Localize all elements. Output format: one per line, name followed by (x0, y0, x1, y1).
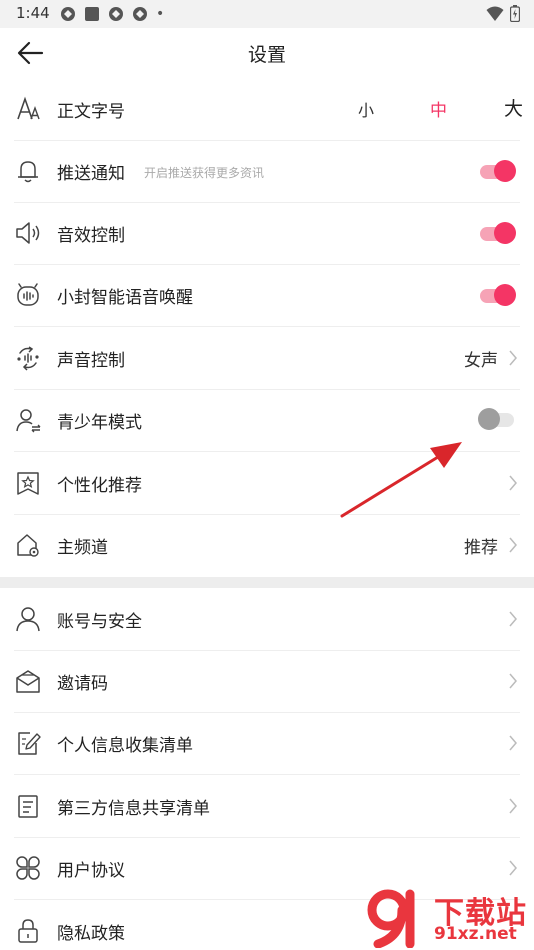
sound-effects-toggle[interactable] (478, 222, 516, 244)
push-notification-hint: 开启推送获得更多资讯 (144, 166, 265, 180)
third-party-sharing-row[interactable]: 第三方信息共享清单 (0, 775, 534, 837)
youth-mode-icon (16, 409, 41, 433)
watermark-logo-icon (367, 889, 415, 948)
personalized-recommendation-label: 个性化推荐 (57, 476, 142, 496)
home-channel-icon (17, 534, 39, 557)
account-security-label: 账号与安全 (57, 612, 142, 632)
voice-control-label: 声音控制 (57, 351, 125, 371)
header-bar: 设置 (0, 28, 534, 78)
voice-wake-row: 小封智能语音唤醒 (0, 264, 534, 326)
user-agreement-label: 用户协议 (57, 861, 125, 881)
status-time: 1:44 (16, 4, 50, 22)
chevron-right-icon (509, 673, 517, 689)
notification-app-icon-3 (133, 7, 147, 21)
section-separator (0, 577, 534, 588)
voice-assistant-icon (17, 283, 39, 306)
chevron-right-icon (509, 798, 517, 814)
push-notification-label: 推送通知 (57, 164, 125, 184)
font-size-small-option[interactable]: 小 (358, 97, 374, 121)
toggle-knob (494, 284, 516, 306)
lock-icon (18, 919, 38, 943)
voice-control-value: 女声 (464, 351, 498, 371)
chevron-right-icon (509, 860, 517, 876)
status-bar: 1:44 • (0, 0, 534, 28)
font-size-medium-option[interactable]: 中 (430, 96, 447, 121)
annotation-arrow (340, 442, 462, 518)
voice-control-row[interactable]: 声音控制 女声 (0, 327, 534, 389)
bell-icon (18, 161, 38, 183)
main-channel-label: 主频道 (57, 538, 108, 558)
chevron-right-icon (509, 611, 517, 627)
edit-document-icon (18, 732, 41, 755)
youth-mode-label: 青少年模式 (57, 413, 142, 433)
push-notification-row: 推送通知 开启推送获得更多资讯 (0, 140, 534, 202)
main-channel-value: 推荐 (464, 538, 498, 558)
font-size-label: 正文字号 (57, 102, 125, 122)
list-document-icon (18, 795, 38, 818)
notification-square-icon (85, 7, 99, 21)
watermark-site: 91xz.net (434, 924, 517, 944)
speaker-icon (16, 222, 40, 244)
wifi-icon (486, 6, 504, 21)
font-size-row: 正文字号 小 中 大 (0, 78, 534, 140)
invite-code-label: 邀请码 (57, 674, 108, 694)
sound-effects-row: 音效控制 (0, 202, 534, 264)
voice-control-icon (17, 346, 39, 371)
personal-info-list-row[interactable]: 个人信息收集清单 (0, 712, 534, 774)
star-bookmark-icon (17, 472, 39, 495)
sound-effects-label: 音效控制 (57, 226, 125, 246)
system-status-icons (486, 5, 520, 22)
youth-mode-toggle[interactable] (478, 408, 514, 430)
voice-wake-label: 小封智能语音唤醒 (57, 288, 193, 308)
privacy-policy-label: 隐私政策 (57, 924, 125, 944)
notification-more-dot: • (156, 6, 165, 22)
battery-icon (510, 5, 520, 22)
account-security-row[interactable]: 账号与安全 (0, 588, 534, 650)
font-size-icon (17, 96, 40, 120)
chevron-right-icon (509, 475, 517, 491)
personal-info-list-label: 个人信息收集清单 (57, 736, 193, 756)
chevron-right-icon (509, 735, 517, 751)
notification-icons: • (60, 6, 164, 22)
third-party-sharing-label: 第三方信息共享清单 (57, 799, 210, 819)
invite-code-row[interactable]: 邀请码 (0, 650, 534, 712)
chevron-right-icon (509, 350, 517, 366)
push-notification-toggle[interactable] (478, 160, 516, 182)
notification-app-icon-2 (109, 7, 123, 21)
four-petal-icon (16, 856, 40, 880)
toggle-knob (478, 408, 500, 430)
toggle-knob (494, 160, 516, 182)
font-size-large-option[interactable]: 大 (504, 94, 523, 121)
page-title: 设置 (247, 44, 286, 66)
mail-icon (16, 670, 40, 693)
site-watermark: 下载站 91xz.net (364, 886, 534, 950)
chevron-right-icon (509, 537, 517, 553)
voice-wake-toggle[interactable] (478, 284, 516, 306)
notification-app-icon (61, 7, 75, 21)
user-icon (16, 607, 40, 632)
font-size-options: 小 中 大 (334, 94, 534, 124)
toggle-knob (494, 222, 516, 244)
